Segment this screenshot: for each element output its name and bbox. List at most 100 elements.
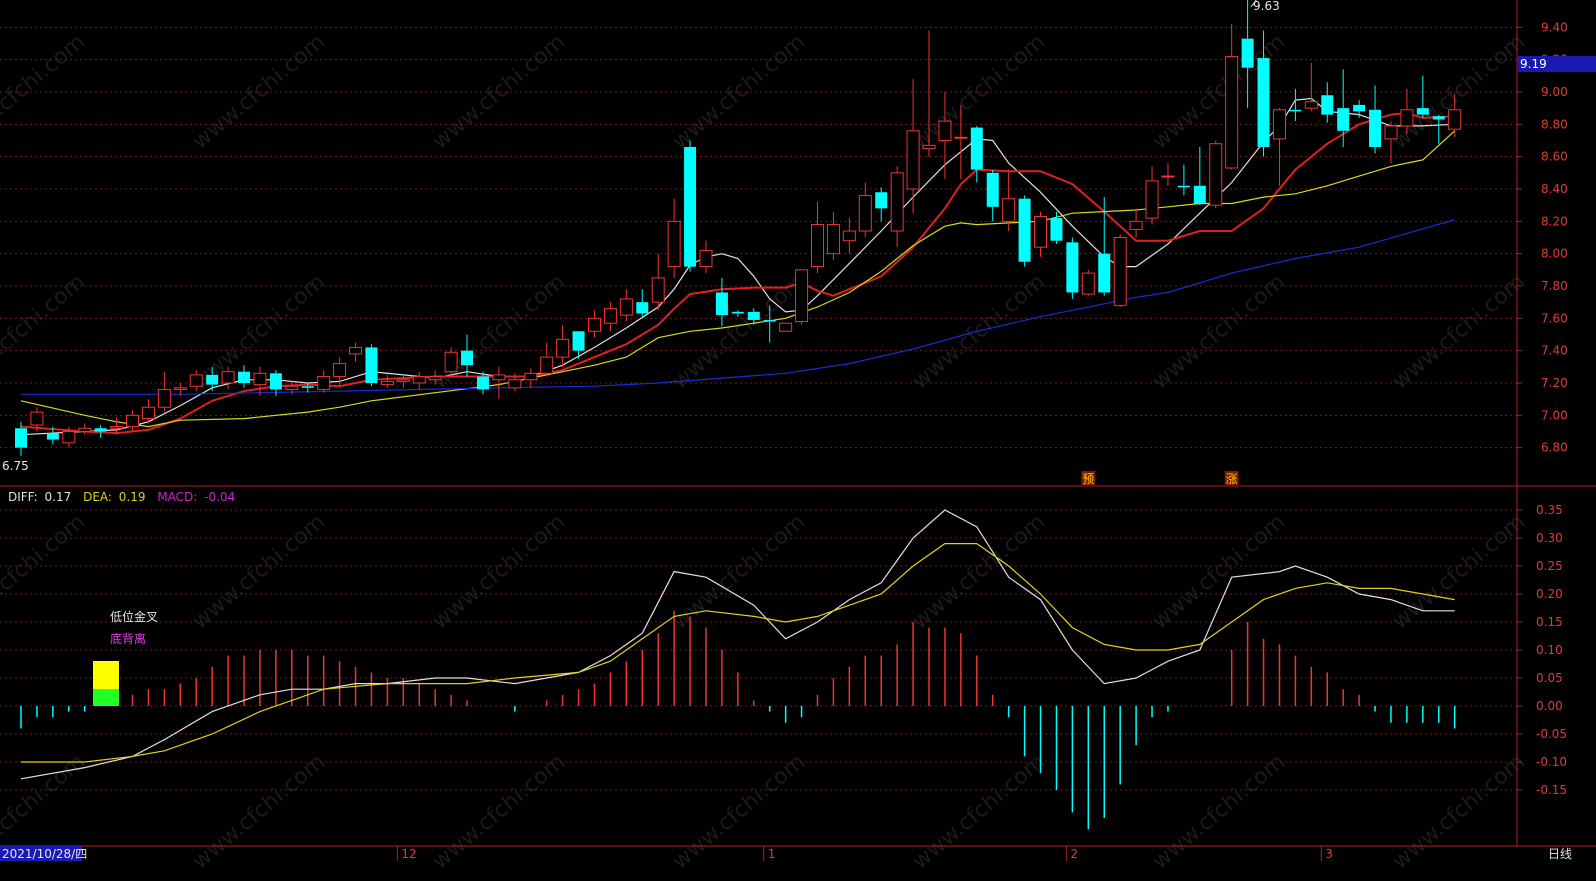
candle-body <box>1193 185 1206 204</box>
candle-body <box>1400 109 1414 127</box>
candle-body <box>461 350 474 366</box>
stock-chart[interactable]: www.cfchi.com www.cfchi.com www.cfchi.com w… <box>0 0 1596 881</box>
high-price-label: 9.63 <box>1253 0 1280 13</box>
candle-body <box>285 385 299 390</box>
dea-value: 0.19 <box>119 490 146 504</box>
candle-body <box>763 319 776 322</box>
candle-body <box>1113 236 1127 306</box>
candle-body <box>811 224 824 268</box>
candle-body <box>1145 180 1159 219</box>
candle-body <box>1321 95 1334 115</box>
candle-body <box>1289 109 1302 112</box>
macd-value: -0.04 <box>204 490 235 504</box>
candle-up <box>1209 140 1223 209</box>
price-tick-label: 7.20 <box>1541 376 1568 390</box>
candle-body <box>1225 55 1239 169</box>
candle-body <box>110 426 124 429</box>
signal-marker-text: 涨 <box>1226 471 1238 486</box>
candle-body <box>78 427 92 432</box>
candle-body <box>46 433 59 440</box>
price-tick-label: 6.80 <box>1541 441 1568 455</box>
macd-tick-label: 0.00 <box>1536 699 1563 713</box>
candle-down <box>1018 195 1031 267</box>
signal-golden-cross: 低位金叉 <box>110 609 158 624</box>
signal-marker-text: 预 <box>1082 472 1094 486</box>
candle-body <box>173 387 187 390</box>
candle-body <box>699 249 713 268</box>
candle-body <box>875 192 888 209</box>
candle-body <box>1337 108 1350 131</box>
candle-body <box>826 224 840 255</box>
candle-body <box>938 120 952 141</box>
candle-down <box>365 344 378 387</box>
candle-body <box>1081 272 1095 295</box>
candle-body <box>1002 198 1016 222</box>
candle-body <box>556 338 570 358</box>
candle-body <box>715 292 728 316</box>
month-label: 1 <box>768 847 776 861</box>
candle-body <box>587 317 601 332</box>
signal-bottom-divergence: 底背离 <box>110 631 146 646</box>
month-label: 2 <box>1070 847 1078 861</box>
macd-tick-label: 0.30 <box>1536 531 1563 545</box>
candle-body <box>1018 198 1031 262</box>
candle-body <box>126 414 140 428</box>
price-tick-label: 8.20 <box>1541 214 1568 228</box>
diff-label: DIFF: <box>8 490 38 504</box>
price-tick-label: 9.60 <box>1541 0 1568 2</box>
candle-body <box>1066 242 1079 293</box>
candle-body <box>157 388 171 408</box>
candle-body <box>30 411 44 426</box>
candle-body <box>1161 175 1175 178</box>
macd-tick-label: -0.05 <box>1536 727 1567 741</box>
macd-tick-label: -0.10 <box>1536 755 1567 769</box>
candle-body <box>238 371 251 383</box>
candle-body <box>1241 38 1254 68</box>
candle-body <box>572 331 585 351</box>
price-tick-label: 9.40 <box>1541 20 1568 34</box>
candle-body <box>365 347 378 383</box>
candle-up <box>779 322 793 332</box>
current-price-value: 9.19 <box>1520 57 1547 71</box>
macd-tick-label: 0.20 <box>1536 587 1563 601</box>
candle-body <box>906 130 920 190</box>
candle-body <box>396 379 410 382</box>
candle-body <box>492 374 506 381</box>
candle-body <box>301 386 314 388</box>
macd-tick-label: 0.10 <box>1536 643 1563 657</box>
price-tick-label: 7.00 <box>1541 408 1568 422</box>
macd-tick-label: 0.25 <box>1536 559 1563 573</box>
current-date: 2021/10/28/四 <box>2 847 87 861</box>
candle-body <box>476 376 489 390</box>
candle-body <box>954 136 968 139</box>
candle-body <box>986 172 999 207</box>
candle-body <box>412 376 426 384</box>
candle-body <box>890 172 904 232</box>
candle-body <box>317 376 331 390</box>
candle-up <box>1113 234 1127 308</box>
period-label[interactable]: 日线 <box>1548 847 1572 861</box>
candle-body <box>779 322 793 332</box>
candle-body <box>1432 116 1445 120</box>
candle-body <box>1304 101 1318 109</box>
candle-body <box>1416 108 1429 115</box>
candle-body <box>524 372 538 381</box>
price-tick-label: 8.80 <box>1541 117 1568 131</box>
dea-label: DEA: <box>83 490 112 504</box>
candle-body <box>253 372 267 386</box>
candle-body <box>731 311 744 314</box>
candle-body <box>221 371 235 384</box>
candle-body <box>1129 220 1143 230</box>
candle-body <box>795 269 809 323</box>
candle-body <box>858 194 872 232</box>
month-label: 3 <box>1325 847 1333 861</box>
candle-body <box>1257 58 1270 147</box>
price-tick-label: 8.00 <box>1541 247 1568 261</box>
candle-body <box>1034 215 1048 248</box>
candle-body <box>206 374 219 385</box>
candle-body <box>1384 125 1398 140</box>
candle-down <box>684 140 697 272</box>
price-tick-label: 7.60 <box>1541 311 1568 325</box>
price-tick-label: 7.80 <box>1541 279 1568 293</box>
macd-label: MACD: <box>157 490 197 504</box>
